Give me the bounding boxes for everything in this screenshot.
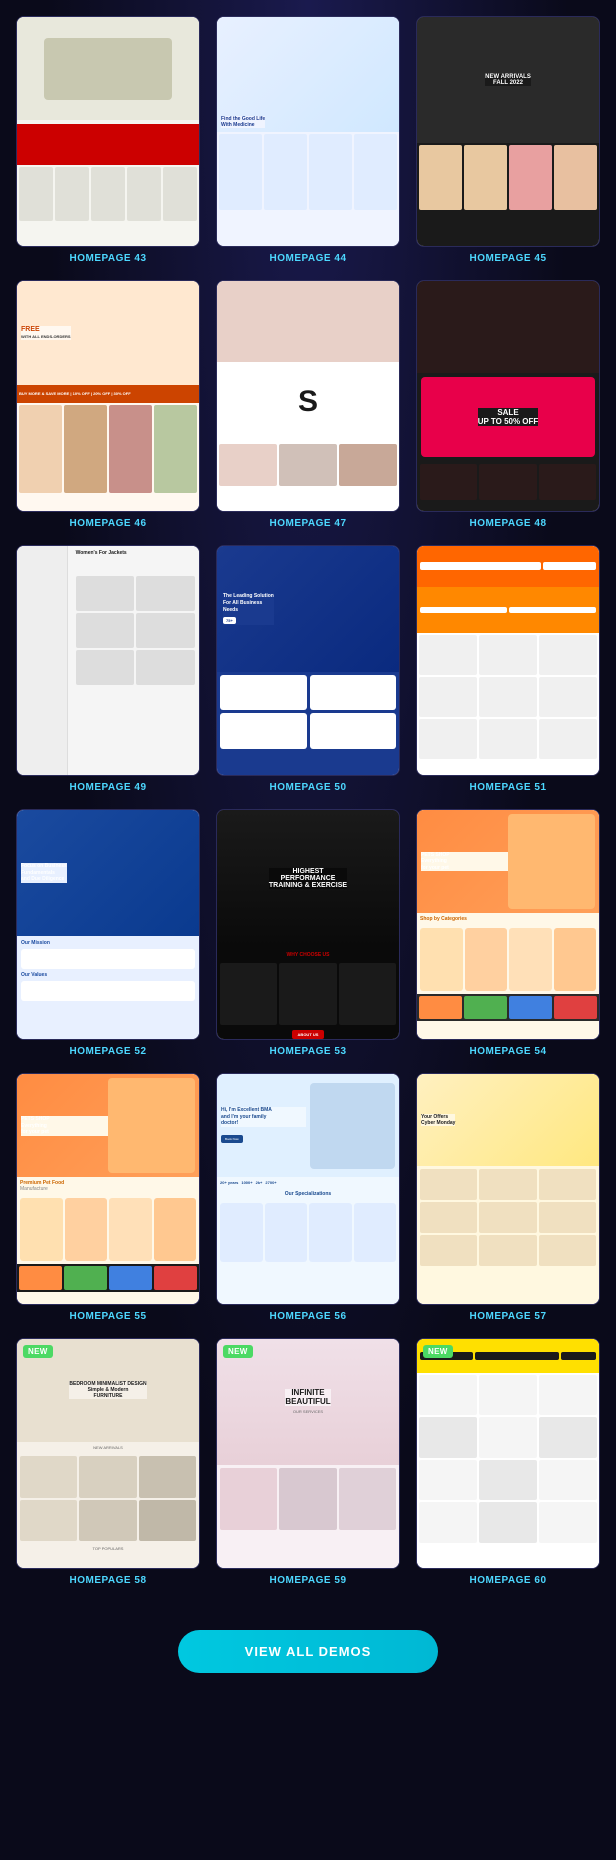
card-hp55[interactable]: PETS SHOPEverythingfor your pet Premium … bbox=[16, 1073, 200, 1321]
card-hp48-label: HOMEPAGE 48 bbox=[470, 518, 547, 529]
card-hp52[interactable]: Focus on BusinessFundamentalsand Due Dil… bbox=[16, 809, 200, 1057]
card-hp50-label: HOMEPAGE 50 bbox=[270, 782, 347, 793]
card-hp47-label: HOMEPAGE 47 bbox=[270, 518, 347, 529]
card-hp58[interactable]: NEW BEDROOM MINIMALIST DESIGNSimple & Mo… bbox=[16, 1338, 200, 1586]
new-badge-hp60: NEW bbox=[423, 1345, 453, 1358]
view-all-button[interactable]: VIEW ALL DEMOS bbox=[178, 1630, 438, 1673]
view-all-container: VIEW ALL DEMOS bbox=[16, 1606, 600, 1681]
card-hp60[interactable]: NEW bbox=[416, 1338, 600, 1586]
card-hp53-label: HOMEPAGE 53 bbox=[270, 1046, 347, 1057]
card-hp45-label: HOMEPAGE 45 bbox=[470, 253, 547, 264]
card-hp55-label: HOMEPAGE 55 bbox=[70, 1311, 147, 1322]
card-hp54-label: HOMEPAGE 54 bbox=[470, 1046, 547, 1057]
card-hp58-label: HOMEPAGE 58 bbox=[70, 1575, 147, 1586]
card-hp50[interactable]: The Leading SolutionFor All BusinessNeed… bbox=[216, 545, 400, 793]
card-hp53[interactable]: HIGHESTPERFORMANCETraining & Exercise WH… bbox=[216, 809, 400, 1057]
card-hp44-label: HOMEPAGE 44 bbox=[270, 253, 347, 264]
card-hp52-label: HOMEPAGE 52 bbox=[70, 1046, 147, 1057]
new-badge-hp58: NEW bbox=[23, 1345, 53, 1358]
card-hp57-label: HOMEPAGE 57 bbox=[470, 1311, 547, 1322]
card-hp48[interactable]: SALEUP TO 50% OFF HOMEPAGE 48 bbox=[416, 280, 600, 528]
card-hp46-label: HOMEPAGE 46 bbox=[70, 518, 147, 529]
homepage-grid: HOMEPAGE 43 Find the Good LifeWith Medic… bbox=[16, 16, 600, 1586]
card-hp43[interactable]: HOMEPAGE 43 bbox=[16, 16, 200, 264]
card-hp49[interactable]: Women's For Jackets HOMEPAGE 49 bbox=[16, 545, 200, 793]
card-hp56-label: HOMEPAGE 56 bbox=[270, 1311, 347, 1322]
card-hp56[interactable]: Hi, I'm Excellent BMAand I'm your family… bbox=[216, 1073, 400, 1321]
card-hp49-label: HOMEPAGE 49 bbox=[70, 782, 147, 793]
card-hp47[interactable]: S HOMEPAGE 47 bbox=[216, 280, 400, 528]
card-hp46[interactable]: FREEWITH ALL ENDS-ORDERS BUY MORE & SAVE… bbox=[16, 280, 200, 528]
card-hp59-label: HOMEPAGE 59 bbox=[270, 1575, 347, 1586]
card-hp51-label: HOMEPAGE 51 bbox=[470, 782, 547, 793]
card-hp43-label: HOMEPAGE 43 bbox=[70, 253, 147, 264]
card-hp51[interactable]: HOMEPAGE 51 bbox=[416, 545, 600, 793]
card-hp57[interactable]: Your OffersCyber Monday HOMEPAGE 57 bbox=[416, 1073, 600, 1321]
card-hp54[interactable]: PETS SHOPEverythingfor your pet Shop by … bbox=[416, 809, 600, 1057]
card-hp44[interactable]: Find the Good LifeWith Medicine HOMEPAGE… bbox=[216, 16, 400, 264]
card-hp59[interactable]: NEW INFINITEBEAUTIFUL OUR SERVICES HOMEP… bbox=[216, 1338, 400, 1586]
card-hp60-label: HOMEPAGE 60 bbox=[470, 1575, 547, 1586]
card-hp45[interactable]: NEW ARRIVALSFALL 2022 HOMEPAGE 45 bbox=[416, 16, 600, 264]
new-badge-hp59: NEW bbox=[223, 1345, 253, 1358]
